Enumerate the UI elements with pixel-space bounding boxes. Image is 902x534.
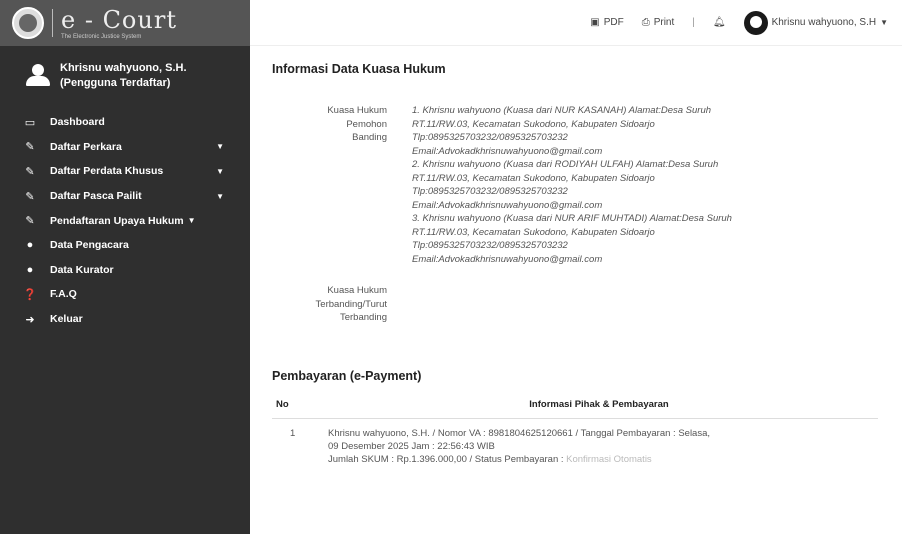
- table-row: 1 Khrisnu wahyuono, S.H. / Nomor VA : 89…: [272, 418, 878, 474]
- pdf-button[interactable]: ▣ PDF: [590, 17, 623, 28]
- payment-row-info: Khrisnu wahyuono, S.H. / Nomor VA : 8981…: [328, 427, 711, 465]
- user-menu[interactable]: Khrisnu wahyuono, S.H ▼: [743, 10, 888, 35]
- sidebar-item-data-pengacara[interactable]: ● Data Pengacara: [0, 233, 250, 258]
- page-title: Informasi Data Kuasa Hukum: [272, 62, 446, 76]
- sidebar-nav: ▭ Dashboard ✎ Daftar Perkara ▼ ✎ Daftar Perd…: [0, 110, 250, 331]
- monitor-icon: ▭: [24, 116, 36, 129]
- brand-title: e - Court: [61, 6, 177, 34]
- sidebar-user-name: Khrisnu wahyuono, S.H.: [60, 62, 187, 74]
- sidebar-user-role: (Pengguna Terdaftar): [60, 77, 171, 89]
- user-icon: ●: [26, 239, 34, 252]
- question-icon: ❓: [23, 288, 37, 301]
- edit-icon: ✎: [25, 141, 35, 154]
- user-group-icon: [24, 64, 52, 88]
- printer-icon: ⎙: [641, 17, 650, 28]
- bell-icon[interactable]: 🔔︎: [713, 17, 726, 28]
- print-button[interactable]: ⎙ Print: [642, 17, 675, 28]
- caret-down-icon: ▼: [216, 166, 224, 176]
- sidebar-item-daftar-perkara[interactable]: ✎ Daftar Perkara ▼: [0, 135, 250, 160]
- sidebar-item-label: Keluar: [50, 313, 83, 326]
- brand-subtitle: The Electronic Justice System: [61, 34, 142, 40]
- sidebar-item-label: F.A.Q: [50, 288, 77, 301]
- avatar: [743, 10, 768, 35]
- court-logo-icon: [12, 7, 44, 39]
- sidebar-item-daftar-perdata-khusus[interactable]: ✎ Daftar Perdata Khusus ▼: [0, 159, 250, 184]
- caret-down-icon: ▼: [187, 216, 196, 226]
- sidebar-item-label: Daftar Pasca Pailit: [50, 190, 142, 203]
- sidebar-item-pendaftaran-upaya-hukum[interactable]: ✎ Pendaftaran Upaya Hukum ▼: [0, 208, 250, 233]
- kuasa-terbanding-label: Kuasa Hukum Terbanding/Turut Terbanding: [315, 285, 387, 323]
- sidebar-item-faq[interactable]: ❓ F.A.Q: [0, 282, 250, 307]
- kuasa-hukum-grid: Kuasa Hukum Pemohon Banding 1. Khrisnu w…: [272, 104, 892, 325]
- kuasa-terbanding-value: [412, 284, 892, 325]
- payment-table: No Informasi Pihak & Pembayaran 1 Khrisn…: [272, 394, 878, 474]
- print-label: Print: [653, 17, 675, 28]
- topbar-user-name: Khrisnu wahyuono, S.H: [771, 17, 877, 28]
- sidebar-item-keluar[interactable]: ➜ Keluar: [0, 307, 250, 332]
- kuasa-pemohon-value: 1. Khrisnu wahyuono (Kuasa dari NUR KASA…: [412, 105, 732, 265]
- status-badge: Konfirmasi Otomatis: [566, 453, 652, 465]
- edit-icon: ✎: [25, 215, 35, 228]
- sidebar-item-dashboard[interactable]: ▭ Dashboard: [0, 110, 250, 135]
- sidebar: e - Court The Electronic Justice System …: [0, 0, 250, 534]
- column-header-info: Informasi Pihak & Pembayaran: [322, 394, 878, 419]
- topbar: ▣ PDF ⎙ Print | 🔔︎ Khrisnu wahyuono, S.H…: [250, 0, 902, 46]
- edit-icon: ✎: [25, 190, 35, 203]
- logout-icon: ➜: [25, 313, 35, 326]
- pdf-label: PDF: [603, 17, 624, 28]
- caret-down-icon: ▼: [216, 191, 224, 201]
- sidebar-item-daftar-pasca-pailit[interactable]: ✎ Daftar Pasca Pailit ▼: [0, 184, 250, 209]
- sidebar-item-label: Daftar Perkara: [50, 140, 122, 153]
- caret-down-icon: ▼: [216, 142, 224, 152]
- sidebar-item-label: Data Kurator: [50, 263, 114, 276]
- sidebar-item-label: Daftar Perdata Khusus: [50, 165, 164, 178]
- brand-logo: e - Court The Electronic Justice System: [61, 6, 177, 40]
- topbar-divider: |: [692, 17, 695, 28]
- sidebar-item-label: Dashboard: [50, 116, 105, 129]
- sidebar-item-data-kurator[interactable]: ● Data Kurator: [0, 258, 250, 283]
- column-header-no: No: [272, 394, 322, 419]
- brand-header[interactable]: e - Court The Electronic Justice System: [0, 0, 250, 46]
- user-icon: ●: [26, 263, 34, 276]
- caret-down-icon: ▼: [880, 18, 888, 27]
- sidebar-item-label: Data Pengacara: [50, 239, 129, 252]
- main-content: Informasi Data Kuasa Hukum Kuasa Hukum P…: [272, 46, 892, 474]
- edit-icon: ✎: [25, 165, 35, 178]
- payment-section-title: Pembayaran (e-Payment): [272, 368, 422, 383]
- payment-row-no: 1: [290, 427, 296, 439]
- sidebar-item-label: Pendaftaran Upaya Hukum: [50, 214, 184, 227]
- sidebar-user: Khrisnu wahyuono, S.H. (Pengguna Terdaft…: [0, 46, 250, 106]
- kuasa-pemohon-label: Kuasa Hukum Pemohon Banding: [327, 105, 387, 143]
- brand-divider: [52, 9, 53, 37]
- pdf-file-icon: ▣: [590, 17, 600, 28]
